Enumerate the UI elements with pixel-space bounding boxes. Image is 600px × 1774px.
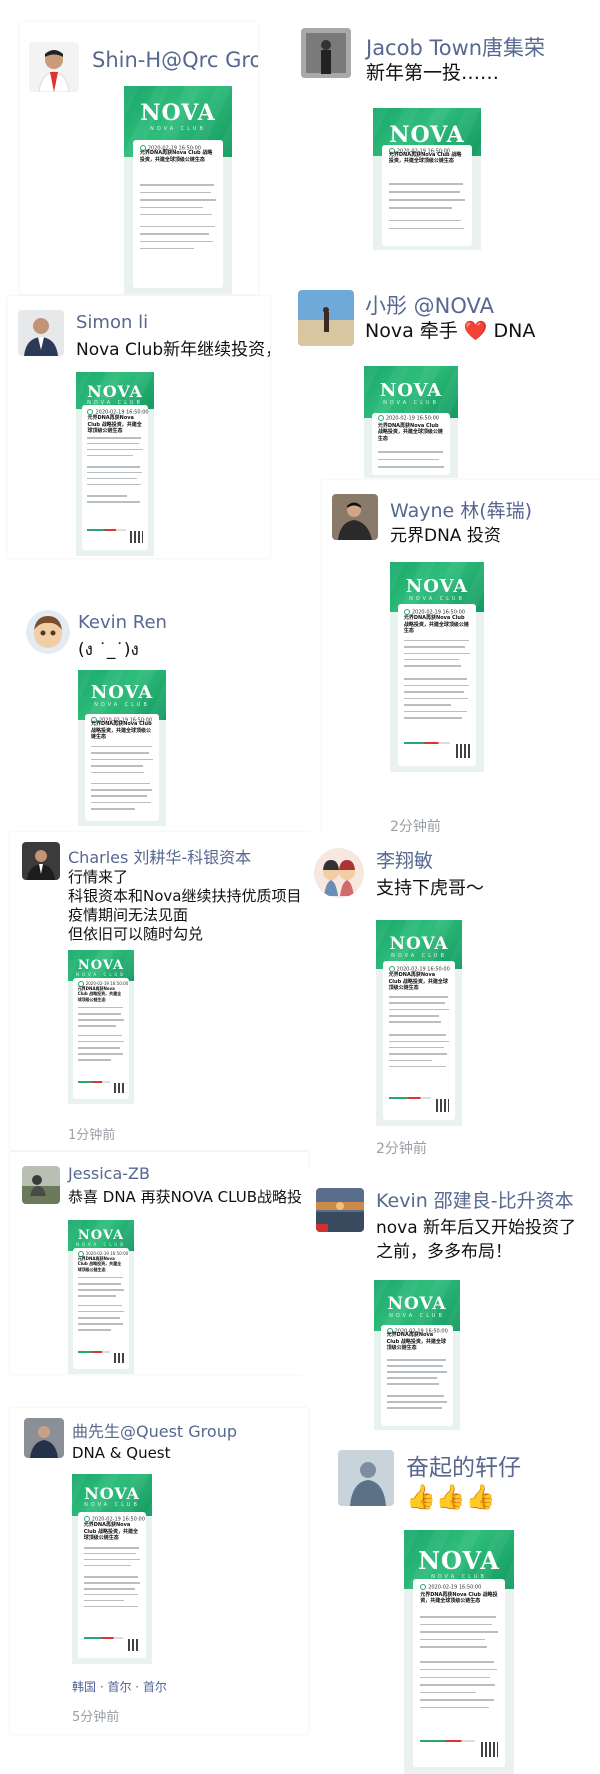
nova-screenshot[interactable]: NOVA NOVA CLUB 2020-02-19 16:50:00 元界DNA… bbox=[404, 1530, 514, 1774]
avatar[interactable] bbox=[314, 848, 364, 898]
avatar[interactable] bbox=[22, 842, 60, 880]
post-text: (ง ˙_˙)ง bbox=[78, 640, 139, 660]
poster-name[interactable]: Charles 刘耕华-科银资本 bbox=[68, 844, 251, 868]
user-avatar-icon bbox=[316, 1188, 364, 1232]
user-avatar-icon bbox=[298, 290, 354, 346]
post-text: Nova Club新年继续投资， bbox=[76, 340, 270, 360]
user-avatar-icon bbox=[338, 1450, 394, 1506]
nova-screenshot[interactable]: NOVA NOVA CLUB 2020-02-19 16:50:00 元界DNA… bbox=[68, 950, 134, 1104]
nova-screenshot[interactable]: NOVA NOVA CLUB 2020-02-19 16:50:00 元界DNA… bbox=[76, 372, 154, 556]
poster-name[interactable]: Wayne 林(犇瑞) bbox=[390, 496, 532, 523]
user-avatar-icon bbox=[18, 310, 64, 356]
avatar[interactable] bbox=[24, 1418, 64, 1458]
post-text: 行情来了 科银资本和Nova继续扶持优质项目 疫情期间无法见面 但依旧可以随时勾… bbox=[68, 868, 302, 943]
moment-card: 曲先生@Quest Group DNA & Quest NOVA NOVA CL… bbox=[10, 1408, 308, 1734]
moment-card: 李翔敏 支持下虎哥～ NOVA NOVA CLUB 2020-02-19 16:… bbox=[310, 832, 600, 1164]
avatar[interactable] bbox=[332, 494, 378, 540]
poster-name[interactable]: Kevin Ren bbox=[78, 612, 167, 633]
avatar[interactable] bbox=[298, 290, 354, 346]
user-avatar-icon bbox=[38, 50, 70, 92]
user-avatar-icon bbox=[301, 28, 351, 78]
poster-name[interactable]: 小彤 @NOVA bbox=[365, 290, 494, 320]
moment-card: Jessica-ZB 恭喜 DNA 再获NOVA CLUB战略投 NOVA NO… bbox=[10, 1152, 308, 1374]
nova-screenshot[interactable]: NOVA NOVA CLUB 2020-02-19 16:50:00 元界DNA… bbox=[364, 366, 458, 478]
avatar[interactable] bbox=[26, 610, 70, 654]
post-text: 支持下虎哥～ bbox=[376, 878, 484, 899]
poster-name[interactable]: Jessica-ZB bbox=[68, 1164, 150, 1183]
poster-name[interactable]: Simon li bbox=[76, 312, 148, 333]
user-avatar-icon bbox=[22, 1166, 60, 1204]
poster-name[interactable]: Jacob Town唐集荣 bbox=[366, 32, 545, 62]
post-time: 2分钟前 bbox=[390, 819, 441, 832]
user-avatar-icon bbox=[26, 610, 70, 654]
post-location[interactable]: 韩国 · 首尔 · 首尔 bbox=[72, 1678, 167, 1695]
moment-card: Wayne 林(犇瑞) 元界DNA 投资 NOVA NOVA CLUB 2020… bbox=[322, 480, 600, 832]
poster-name[interactable]: 奋起的轩仔 bbox=[406, 1448, 521, 1482]
moment-card: 小彤 @NOVA Nova 牵手 ❤️ DNA NOVA NOVA CLUB 2… bbox=[290, 282, 600, 478]
nova-screenshot[interactable]: NOVA NOVA CLUB 2020-02-19 16:50:00 元界DNA… bbox=[376, 920, 462, 1126]
moment-card: Simon li Nova Club新年继续投资， NOVA NOVA CLUB… bbox=[8, 296, 270, 558]
moment-card: Jacob Town唐集荣 新年第一投…… NOVA NOVA CLUB 202… bbox=[291, 22, 600, 250]
post-time: 2分钟前 bbox=[376, 1141, 427, 1157]
moment-card: Charles 刘耕华-科银资本 行情来了 科银资本和Nova继续扶持优质项目 … bbox=[10, 832, 310, 1150]
avatar[interactable] bbox=[301, 28, 351, 78]
moment-card: Kevin Ren (ง ˙_˙)ง NOVA NOVA CLUB 2020-0… bbox=[20, 600, 270, 826]
poster-name[interactable]: Shin-H@Qrc Group bbox=[92, 48, 258, 72]
avatar[interactable] bbox=[29, 42, 79, 92]
nova-screenshot[interactable]: NOVA NOVA CLUB 2020-02-19 16:50:00 元界DNA… bbox=[72, 1474, 152, 1664]
post-text: 恭喜 DNA 再获NOVA CLUB战略投 bbox=[68, 1188, 303, 1206]
moment-card: Shin-H@Qrc Group NOVA NOVA CLUB 2020-02-… bbox=[20, 22, 258, 294]
nova-screenshot[interactable]: NOVA NOVA CLUB 2020-02-19 16:50:00 元界DNA… bbox=[78, 670, 166, 826]
poster-name[interactable]: Kevin 邵建良-比升资本 bbox=[376, 1186, 574, 1213]
avatar[interactable] bbox=[338, 1450, 394, 1506]
poster-name[interactable]: 曲先生@Quest Group bbox=[72, 1418, 237, 1442]
nova-screenshot[interactable]: NOVA NOVA CLUB 2020-02-19 16:50:00 元界DNA… bbox=[124, 86, 232, 294]
user-avatar-icon bbox=[24, 1418, 64, 1458]
post-time: 1分钟前 bbox=[68, 1128, 116, 1143]
avatar[interactable] bbox=[22, 1166, 60, 1204]
post-text: Nova 牵手 ❤️ DNA bbox=[365, 320, 536, 342]
moment-card: 奋起的轩仔 👍👍👍 NOVA NOVA CLUB 2020-02-19 16:5… bbox=[328, 1432, 600, 1774]
moment-card: Kevin 邵建良-比升资本 nova 新年后又开始投资了 之前，多多布局！ N… bbox=[302, 1170, 600, 1430]
post-text: 👍👍👍 bbox=[406, 1483, 496, 1511]
post-time: 5分钟前 bbox=[72, 1710, 120, 1725]
nova-screenshot[interactable]: NOVA NOVA CLUB 2020-02-19 16:50:00 元界DNA… bbox=[390, 562, 484, 772]
post-text: nova 新年后又开始投资了 之前，多多布局！ bbox=[376, 1218, 577, 1262]
avatar[interactable] bbox=[316, 1188, 364, 1232]
post-text: DNA & Quest bbox=[72, 1444, 171, 1462]
nova-screenshot[interactable]: NOVA NOVA CLUB 2020-02-19 16:50:00 元界DNA… bbox=[373, 108, 481, 250]
poster-name[interactable]: 李翔敏 bbox=[376, 846, 433, 873]
user-avatar-icon bbox=[332, 494, 378, 540]
avatar[interactable] bbox=[18, 310, 64, 356]
nova-screenshot[interactable]: NOVA NOVA CLUB 2020-02-19 16:50:00 元界DNA… bbox=[374, 1280, 460, 1430]
nova-screenshot[interactable]: NOVA NOVA CLUB 2020-02-19 16:50:00 元界DNA… bbox=[68, 1220, 134, 1374]
user-avatar-icon bbox=[22, 842, 60, 880]
user-avatar-icon bbox=[314, 848, 364, 898]
post-text: 新年第一投…… bbox=[366, 62, 500, 84]
post-text: 元界DNA 投资 bbox=[390, 526, 501, 546]
